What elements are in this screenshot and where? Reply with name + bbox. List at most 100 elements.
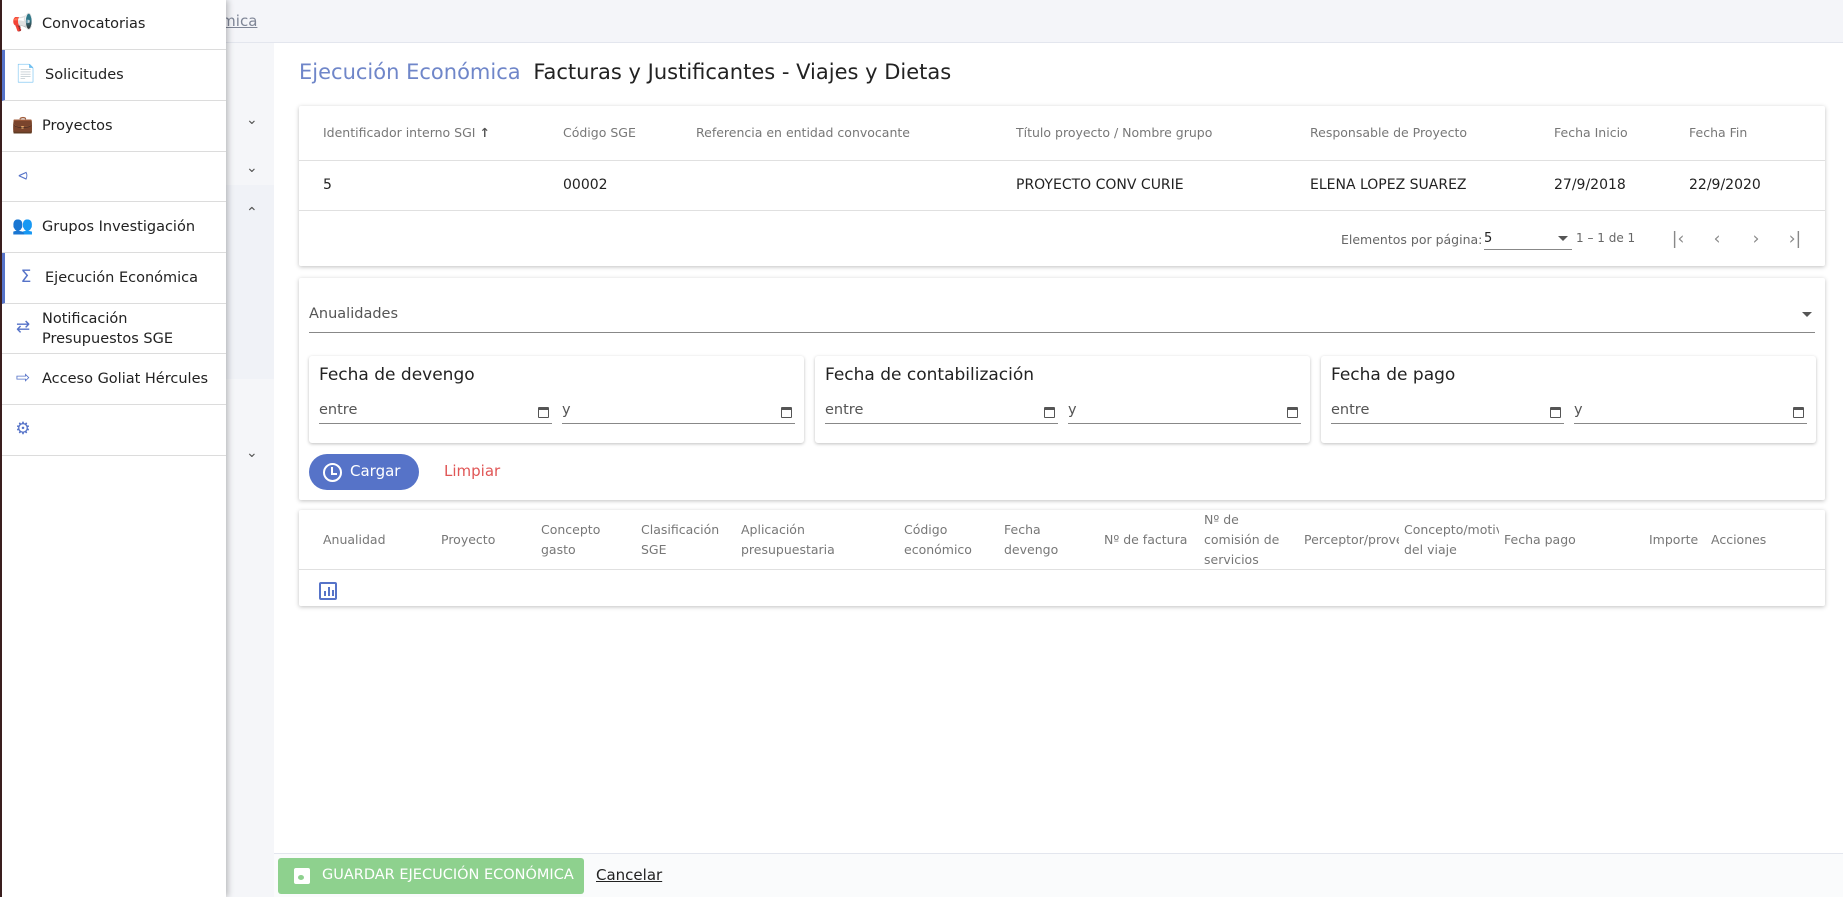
column-header[interactable]: Importe <box>1649 530 1698 550</box>
calendar-icon[interactable] <box>538 407 549 418</box>
date-filter-title: Fecha de devengo <box>319 365 475 385</box>
sidebar-item-grupos[interactable]: 👥 Grupos Investigación <box>2 202 226 253</box>
sidebar-item-label: Solicitudes <box>45 67 124 83</box>
footer-bar: GUARDAR EJECUCIÓN ECONÓMICA Cancelar <box>274 853 1843 897</box>
secondary-nav: ⌄ ⌄ ⌃ ⌄ <box>226 43 274 897</box>
date-from-field[interactable]: entre <box>319 400 552 424</box>
sidebar-item-label: Notificación Presupuestos SGE <box>42 311 173 347</box>
column-header[interactable]: Aplicación presupuestaria <box>741 520 841 560</box>
gear-icon: ⚙ <box>15 419 31 439</box>
date-to-label: y <box>1068 402 1077 418</box>
sidebar-item-solicitudes[interactable]: 📄 Solicitudes <box>2 50 226 101</box>
date-filter-title: Fecha de pago <box>1331 365 1456 385</box>
sidebar-item-ejecucion[interactable]: Σ Ejecución Económica <box>2 253 226 304</box>
date-filter-group: Fecha de devengo entre y <box>309 356 804 443</box>
date-from-field[interactable]: entre <box>1331 400 1564 424</box>
column-header[interactable]: Fecha pago <box>1504 530 1576 550</box>
exit-icon: ⇨ <box>15 368 31 388</box>
date-to-field[interactable]: y <box>562 400 795 424</box>
column-header[interactable]: Proyecto <box>441 530 495 550</box>
save-icon <box>294 868 310 884</box>
page-range: 1 – 1 de 1 <box>1576 231 1636 245</box>
table-header: Anualidad Proyecto Concepto gasto Clasif… <box>299 510 1825 570</box>
load-button[interactable]: Cargar <box>309 454 419 490</box>
calendar-icon[interactable] <box>781 407 792 418</box>
page-title-section: Ejecución Económica <box>299 60 521 84</box>
date-to-field[interactable]: y <box>1574 400 1807 424</box>
column-header[interactable]: Fecha devengo <box>1004 520 1074 560</box>
caret-down-icon <box>1558 236 1568 241</box>
anualidades-label: Anualidades <box>309 306 399 322</box>
top-bar: ómica <box>0 0 1843 43</box>
column-header[interactable]: Acciones <box>1711 530 1766 550</box>
column-header[interactable]: Identificador interno SGI ↑ <box>323 125 490 140</box>
table-cell: 22/9/2020 <box>1689 177 1761 193</box>
column-header[interactable]: Nº de factura <box>1104 530 1187 550</box>
last-page-icon[interactable]: ›| <box>1782 226 1808 252</box>
calendar-icon[interactable] <box>1550 407 1561 418</box>
cancel-button[interactable]: Cancelar <box>596 866 662 884</box>
table-cell: 5 <box>323 177 332 193</box>
column-header[interactable]: Concepto/motivo del viaje <box>1404 520 1499 560</box>
chevron-down-icon[interactable]: ⌄ <box>246 160 258 176</box>
column-header[interactable]: Perceptor/proveedor <box>1304 530 1399 550</box>
clear-button[interactable]: Limpiar <box>444 462 500 480</box>
sidebar-item-share[interactable]: ⪦ <box>2 152 226 202</box>
sigma-icon: Σ <box>20 267 32 287</box>
history-icon <box>323 463 342 482</box>
date-to-field[interactable]: y <box>1068 400 1301 424</box>
page-size-select[interactable]: 5 <box>1484 228 1572 250</box>
date-from-label: entre <box>1331 402 1370 418</box>
table-cell: 00002 <box>563 177 608 193</box>
date-from-field[interactable]: entre <box>825 400 1058 424</box>
column-header[interactable]: Nº de comisión de servicios <box>1204 510 1289 569</box>
bar-chart-icon[interactable] <box>319 582 337 600</box>
calendar-icon[interactable] <box>1287 407 1298 418</box>
column-header[interactable]: Fecha Fin <box>1689 125 1747 140</box>
column-header[interactable]: Referencia en entidad convocante <box>696 125 910 140</box>
sidebar-item-label: Ejecución Económica <box>45 270 199 286</box>
sidebar-item-settings[interactable]: ⚙ <box>2 405 226 456</box>
caret-down-icon <box>1802 312 1812 317</box>
megaphone-icon: 📢 <box>12 13 34 33</box>
sidebar-item-convocatorias[interactable]: 📢 Convocatorias <box>2 0 226 50</box>
column-header[interactable]: Título proyecto / Nombre grupo <box>1016 125 1212 140</box>
people-icon: 👥 <box>12 216 34 236</box>
document-icon: 📄 <box>15 64 37 84</box>
calendar-icon[interactable] <box>1044 407 1055 418</box>
date-to-label: y <box>562 402 571 418</box>
chevron-down-icon[interactable]: ⌄ <box>246 112 258 128</box>
sidebar-item-notificacion[interactable]: ⇄ Notificación Presupuestos SGE <box>2 304 226 354</box>
sidebar-item-label: Convocatorias <box>42 16 146 32</box>
column-header[interactable]: Clasificación SGE <box>641 520 731 560</box>
date-from-label: entre <box>825 402 864 418</box>
column-header[interactable]: Anualidad <box>323 530 386 550</box>
date-filter-group: Fecha de pago entre y <box>1321 356 1816 443</box>
save-button[interactable]: GUARDAR EJECUCIÓN ECONÓMICA <box>278 858 584 894</box>
column-header[interactable]: Responsable de Proyecto <box>1310 125 1467 140</box>
column-header[interactable]: Fecha Inicio <box>1554 125 1628 140</box>
date-from-label: entre <box>319 402 358 418</box>
briefcase-icon: 💼 <box>12 115 34 135</box>
calendar-icon[interactable] <box>1793 407 1804 418</box>
load-button-label: Cargar <box>350 462 401 480</box>
arrow-up-icon: ↑ <box>479 125 490 140</box>
sidebar-item-goliat[interactable]: ⇨ Acceso Goliat Hércules <box>2 354 226 405</box>
chevron-down-icon[interactable]: ⌄ <box>246 445 258 461</box>
share-icon: ⪦ <box>18 165 28 185</box>
column-header[interactable]: Concepto gasto <box>541 520 621 560</box>
anualidades-select[interactable]: Anualidades <box>309 303 1815 333</box>
column-header[interactable]: Código SGE <box>563 125 636 140</box>
page-size-value: 5 <box>1484 231 1493 246</box>
page-size-label: Elementos por página: <box>1341 232 1483 247</box>
sidebar-item-proyectos[interactable]: 💼 Proyectos <box>2 101 226 152</box>
next-page-icon[interactable]: › <box>1743 226 1769 252</box>
chevron-up-icon[interactable]: ⌃ <box>246 205 258 221</box>
previous-page-icon[interactable]: ‹ <box>1704 226 1730 252</box>
results-table-card: Anualidad Proyecto Concepto gasto Clasif… <box>299 510 1825 606</box>
first-page-icon[interactable]: |‹ <box>1665 226 1691 252</box>
column-header[interactable]: Código económico <box>904 520 984 560</box>
date-to-label: y <box>1574 402 1583 418</box>
page-title-sub: Facturas y Justificantes - Viajes y Diet… <box>533 60 952 84</box>
table-cell: 27/9/2018 <box>1554 177 1626 193</box>
